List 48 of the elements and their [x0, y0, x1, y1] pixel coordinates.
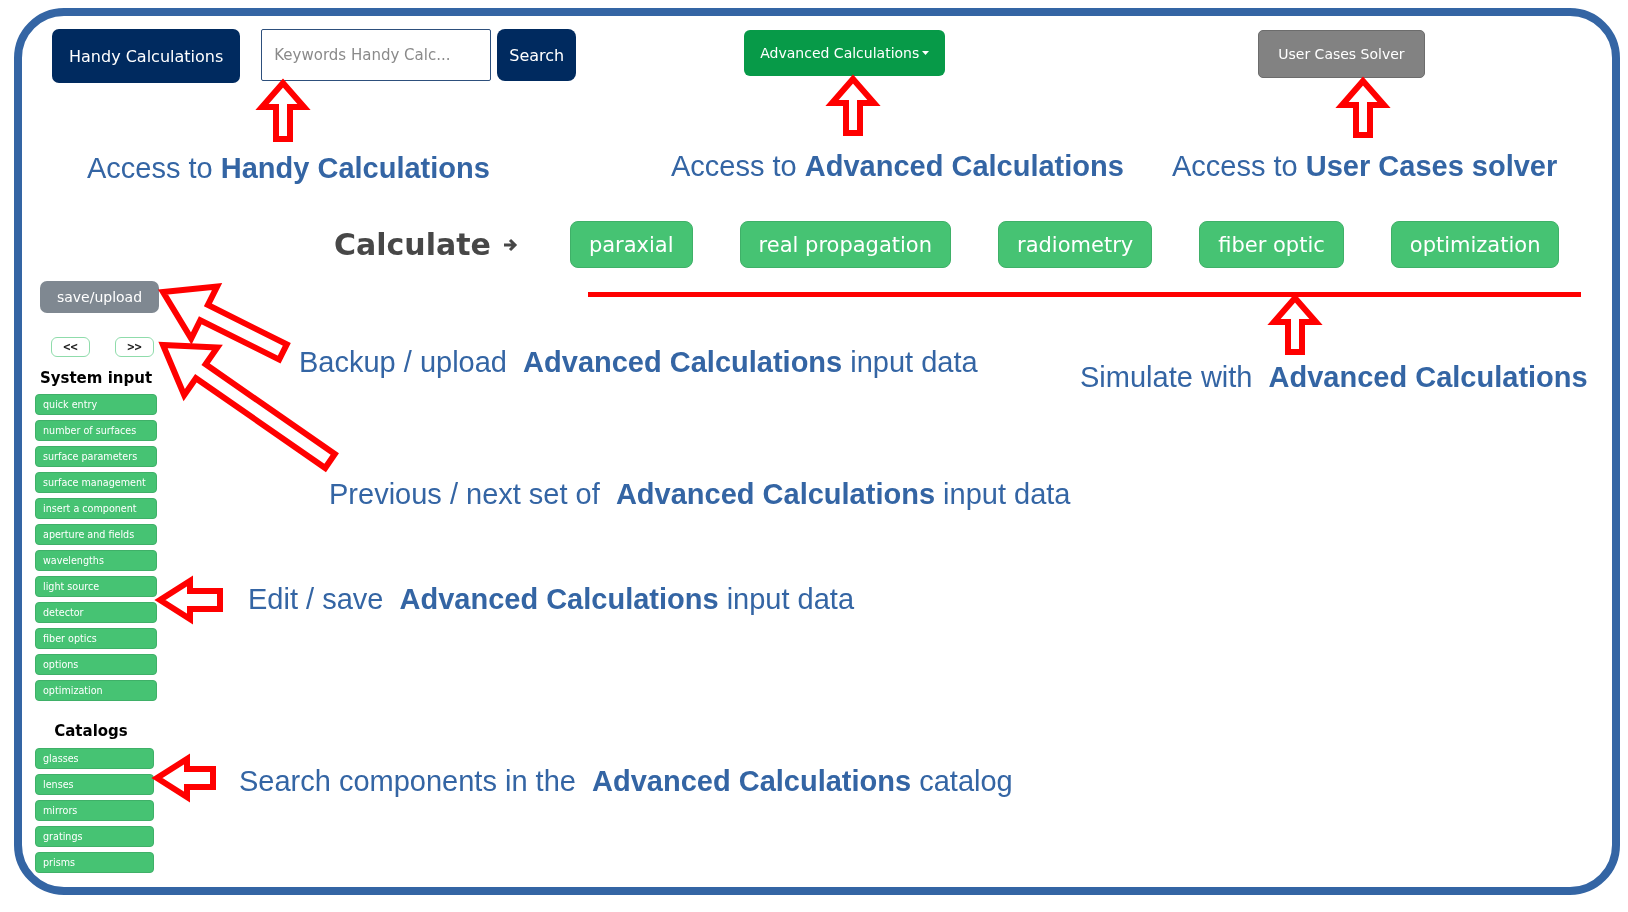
sidebar-item[interactable]: surface parameters	[35, 446, 157, 467]
sidebar-item[interactable]: aperture and fields	[35, 524, 157, 545]
annotation-text: Previous / next set of Advanced Calculations input data	[329, 477, 1071, 511]
annotation-text: Access to Advanced Calculations	[671, 149, 1124, 183]
catalog-item[interactable]: mirrors	[35, 800, 154, 821]
annotation-text: Search components in the Advanced Calculations catalog	[239, 764, 1013, 798]
handy-calculations-button[interactable]: Handy Calculations	[52, 29, 241, 83]
sidebar-item[interactable]: light source	[35, 576, 157, 597]
sidebar-item[interactable]: options	[35, 654, 157, 675]
arrow-icon	[151, 753, 216, 803]
annotation-text: Access to Handy Calculations	[87, 151, 490, 185]
calculate-button[interactable]: real propagation	[739, 221, 952, 268]
calculate-button[interactable]: optimization	[1390, 221, 1560, 268]
previous-button[interactable]: <<	[51, 337, 90, 357]
catalog-item[interactable]: lenses	[35, 774, 154, 795]
calculate-button[interactable]: fiber optic	[1199, 221, 1344, 268]
annotation-text: Edit / save Advanced Calculations input data	[248, 582, 855, 616]
arrow-icon	[1335, 76, 1391, 138]
section-heading: System input	[38, 369, 154, 387]
catalog-item[interactable]: glasses	[35, 748, 154, 769]
annotation-text: Backup / upload Advanced Calculations input data	[299, 345, 978, 379]
calculate-button[interactable]: paraxial	[569, 221, 693, 268]
arrow-icon	[154, 575, 223, 625]
catalog-item[interactable]: prisms	[35, 852, 154, 873]
catalog-item[interactable]: gratings	[35, 826, 154, 847]
calculate-button[interactable]: radiometry	[998, 221, 1153, 268]
advanced-calculations-menu[interactable]: Advanced Calculations	[744, 30, 946, 76]
caret-icon	[922, 51, 930, 55]
sidebar-item[interactable]: detector	[35, 602, 157, 623]
sidebar-item[interactable]: wavelengths	[35, 550, 157, 571]
arrow-right-icon	[502, 237, 518, 252]
calculate-label: Calculate	[334, 227, 491, 262]
sidebar-item[interactable]: quick entry	[35, 394, 157, 415]
sidebar-item[interactable]: fiber optics	[35, 628, 157, 649]
user-cases-solver-button[interactable]: User Cases Solver	[1258, 30, 1425, 78]
arrow-icon	[255, 78, 311, 142]
search-button[interactable]: Search	[497, 29, 577, 81]
sidebar-item[interactable]: number of surfaces	[35, 420, 157, 441]
next-button[interactable]: >>	[115, 337, 154, 357]
search-field[interactable]: Keywords Handy Calc...	[261, 29, 492, 81]
arrow-icon	[825, 74, 881, 136]
sidebar-item[interactable]: optimization	[35, 680, 157, 701]
save-upload-button[interactable]: save/upload	[40, 281, 159, 313]
section-heading: Catalogs	[53, 722, 129, 740]
sidebar-item[interactable]: surface management	[35, 472, 157, 493]
sidebar-item[interactable]: insert a component	[35, 498, 157, 519]
annotation-text: Simulate with Advanced Calculations	[1080, 360, 1588, 394]
annotation-text: Access to User Cases solver	[1172, 149, 1558, 183]
